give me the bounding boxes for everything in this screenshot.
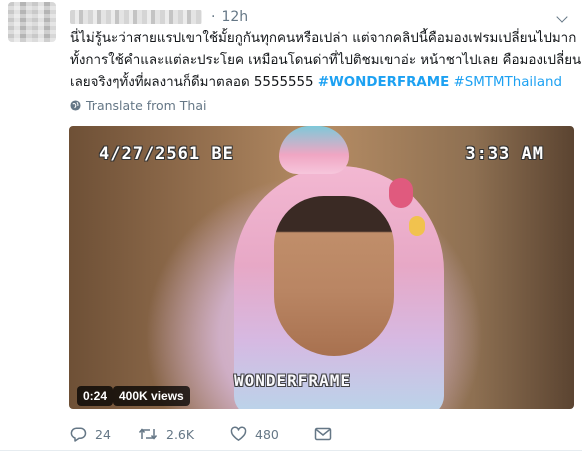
video-time-overlay: 3:33 AM [465,144,544,164]
video-frame-face [274,196,394,356]
tweet-actions: 24 2.6K 480 [70,424,332,444]
tweet-text: นี่ไม่รู้นะว่าสายแรปเขาใช้มั้ยกูกันทุกคน… [70,28,582,94]
tweet-text-line-part: เลยจริงๆทั้งที่ผลงานก็ดีมาตลอด 5555555 [70,75,314,90]
hashtag-wonderframe[interactable]: #WONDERFRAME [318,75,449,90]
envelope-icon [314,427,332,441]
author-name-redacted[interactable] [70,10,202,24]
like-button[interactable]: 480 [230,426,314,442]
video-views-badge: 400K views [113,386,190,406]
heart-icon [230,426,247,441]
retweet-icon [138,428,158,440]
like-count: 480 [255,426,279,442]
tweet-text-line: นี่ไม่รู้นะว่าสายแรปเขาใช้มั้ยกูกันทุกคน… [70,31,577,46]
tweet-text-line: เลยจริงๆทั้งที่ผลงานก็ดีมาตลอด 5555555 #… [70,72,575,94]
translate-link[interactable]: Translate from Thai [70,97,206,113]
tweet-text-line: ทั้งการใช้คำและแต่ละประโยค เหมือนโดนด่าท… [70,53,582,68]
header-separator: · [211,9,216,25]
video-frame-horn [279,126,349,174]
chevron-down-icon[interactable] [556,11,568,23]
video-date-overlay: 4/27/2561 BE [99,144,234,164]
retweet-count: 2.6K [166,426,195,442]
tweet: · 12h นี่ไม่รู้นะว่าสายแรปเขาใช้มั้ยกูกั… [0,0,582,451]
retweet-button[interactable]: 2.6K [138,426,230,442]
translate-label[interactable]: Translate from Thai [86,98,206,113]
video-watermark: WONDERFRAME [234,371,351,390]
direct-message-button[interactable] [314,426,332,442]
video-player[interactable]: 4/27/2561 BE 3:33 AM WONDERFRAME 0:24 40… [69,126,574,409]
avatar[interactable] [8,2,56,42]
tweet-timestamp[interactable]: 12h [221,9,248,25]
reply-button[interactable]: 24 [70,426,138,442]
tweet-header: · 12h [70,8,248,26]
reply-count: 24 [95,426,111,442]
globe-icon [70,99,81,111]
video-frame-spot [409,216,425,236]
video-duration-badge: 0:24 [77,386,114,406]
reply-icon [70,427,87,442]
hashtag-smtmthailand[interactable]: #SMTMThailand [454,75,563,90]
video-frame-spot [389,178,413,208]
